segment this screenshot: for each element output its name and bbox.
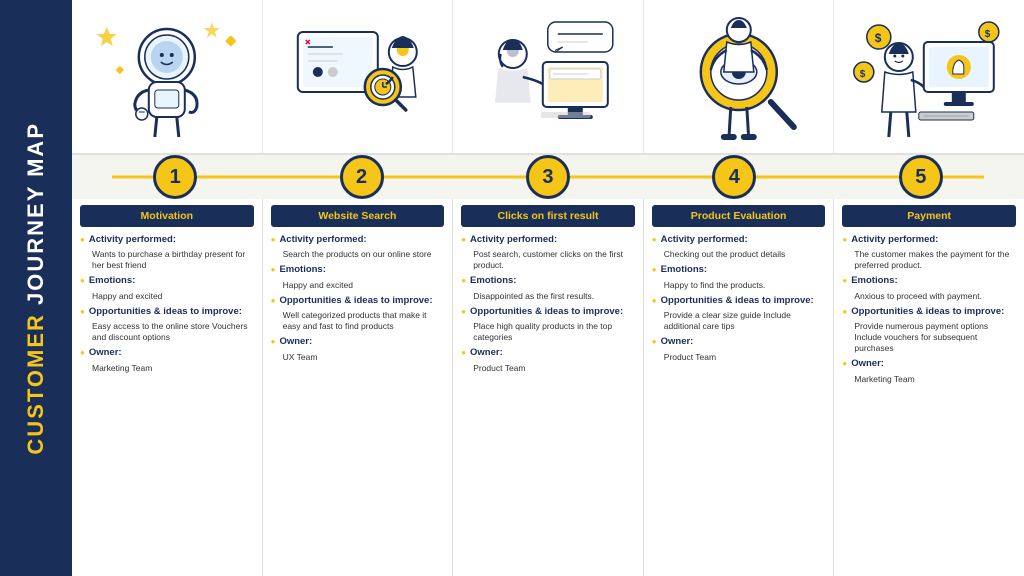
svg-text:$: $ (860, 69, 866, 80)
step-circle-3: 3 (526, 155, 570, 199)
col-header-2: Website Search (271, 205, 445, 227)
col-header-5: Payment (842, 205, 1016, 227)
column-1: Motivation Activity performed: Wants to … (72, 199, 263, 576)
step-circle-1: 1 (153, 155, 197, 199)
activity-text-5: The customer makes the payment for the p… (842, 249, 1016, 271)
emotions-text-4: Happy to find the products. (652, 280, 826, 291)
emotions-label-2: Emotions: (271, 264, 445, 275)
illustration-5: $ $ $ (834, 0, 1024, 153)
column-5: Payment Activity performed: The customer… (834, 199, 1024, 576)
emotions-text-1: Happy and excited (80, 291, 254, 302)
column-3: Clicks on first result Activity performe… (453, 199, 644, 576)
columns-row: Motivation Activity performed: Wants to … (72, 199, 1024, 576)
emotions-text-2: Happy and excited (271, 280, 445, 291)
step-circle-4: 4 (712, 155, 756, 199)
opps-label-5: Opportunities & ideas to improve: (842, 306, 1016, 317)
owner-label-3: Owner: (461, 347, 635, 358)
step-circles-row: 1 2 3 4 5 (82, 155, 1014, 199)
owner-text-4: Product Team (652, 352, 826, 363)
emotions-label-5: Emotions: (842, 275, 1016, 286)
emotions-label-1: Emotions: (80, 275, 254, 286)
opps-label-1: Opportunities & ideas to improve: (80, 306, 254, 317)
opps-text-3: Place high quality products in the top c… (461, 321, 635, 343)
activity-text-2: Search the products on our online store (271, 249, 445, 260)
activity-text-1: Wants to purchase a birthday present for… (80, 249, 254, 271)
step-circle-5: 5 (899, 155, 943, 199)
illustration-4 (644, 0, 835, 153)
emotions-label-3: Emotions: (461, 275, 635, 286)
activity-label-5: Activity performed: (842, 234, 1016, 245)
emotions-text-3: Disappointed as the first results. (461, 291, 635, 302)
activity-label-2: Activity performed: (271, 234, 445, 245)
emotions-text-5: Anxious to proceed with payment. (842, 291, 1016, 302)
sidebar: CUSTOMER JOURNEY MAP (0, 0, 72, 576)
activity-text-3: Post search, customer clicks on the firs… (461, 249, 635, 271)
column-4: Product Evaluation Activity performed: C… (644, 199, 835, 576)
emotions-label-4: Emotions: (652, 264, 826, 275)
activity-label-1: Activity performed: (80, 234, 254, 245)
opps-text-4: Provide a clear size guide Include addit… (652, 310, 826, 332)
illustration-3 (453, 0, 644, 153)
illustration-1 (72, 0, 263, 153)
owner-label-5: Owner: (842, 358, 1016, 369)
opps-text-5: Provide numerous payment options Include… (842, 321, 1016, 354)
owner-text-1: Marketing Team (80, 363, 254, 374)
owner-label-2: Owner: (271, 336, 445, 347)
opps-text-1: Easy access to the online store Vouchers… (80, 321, 254, 343)
opps-label-2: Opportunities & ideas to improve: (271, 295, 445, 306)
activity-text-4: Checking out the product details (652, 249, 826, 260)
owner-text-2: UX Team (271, 352, 445, 363)
svg-text:$: $ (875, 31, 882, 45)
journey-row: 1 2 3 4 5 (72, 155, 1024, 199)
owner-label-1: Owner: (80, 347, 254, 358)
activity-label-4: Activity performed: (652, 234, 826, 245)
opps-text-2: Well categorized products that make it e… (271, 310, 445, 332)
opps-label-4: Opportunities & ideas to improve: (652, 295, 826, 306)
owner-label-4: Owner: (652, 336, 826, 347)
sidebar-title: CUSTOMER JOURNEY MAP (24, 122, 48, 455)
col-header-4: Product Evaluation (652, 205, 826, 227)
illustration-2 (263, 0, 454, 153)
illustrations-row: $ $ $ (72, 0, 1024, 155)
main-content: $ $ $ (72, 0, 1024, 576)
column-2: Website Search Activity performed: Searc… (263, 199, 454, 576)
step-circle-2: 2 (340, 155, 384, 199)
svg-text:$: $ (985, 29, 991, 40)
owner-text-5: Marketing Team (842, 374, 1016, 385)
activity-label-3: Activity performed: (461, 234, 635, 245)
col-header-3: Clicks on first result (461, 205, 635, 227)
owner-text-3: Product Team (461, 363, 635, 374)
col-header-1: Motivation (80, 205, 254, 227)
opps-label-3: Opportunities & ideas to improve: (461, 306, 635, 317)
